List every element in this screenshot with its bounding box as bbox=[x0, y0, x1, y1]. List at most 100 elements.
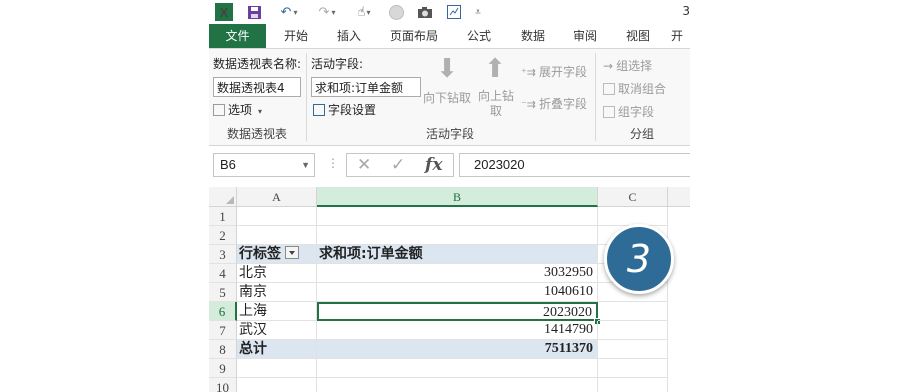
group-selection-button[interactable]: → 组选择 bbox=[603, 57, 652, 74]
tab-home[interactable]: 开始 bbox=[272, 24, 320, 48]
excel-window: X ↶ ▾ ↷ ▾ ☝ ▾ ⩡ 3 文件 开始 插入 页面布局 公式 数据 审阅 视图… bbox=[209, 0, 690, 392]
redo-icon[interactable]: ↷ ▾ bbox=[313, 3, 341, 21]
quick-access-toolbar: X ↶ ▾ ↷ ▾ ☝ ▾ ⩡ 3 bbox=[209, 0, 690, 24]
formula-input[interactable]: 2023020 bbox=[459, 153, 690, 177]
pivot-row-label[interactable]: 北京 bbox=[237, 264, 317, 283]
grid-cell[interactable] bbox=[237, 207, 317, 226]
pivot-options-button[interactable]: 选项 ▾ bbox=[213, 101, 262, 118]
ungroup-button[interactable]: 取消组合 bbox=[603, 80, 666, 97]
expand-icon: ⁺⇉ bbox=[521, 66, 537, 79]
dropdown-arrow-icon: ▾ bbox=[258, 107, 263, 116]
grid-cell[interactable] bbox=[598, 378, 668, 392]
filter-dropdown-icon[interactable] bbox=[285, 246, 299, 259]
tab-insert[interactable]: 插入 bbox=[326, 24, 372, 48]
collapse-field-button[interactable]: ⁻⇉ 折叠字段 bbox=[521, 95, 587, 112]
drill-up-button[interactable]: 向上钻取 bbox=[477, 89, 515, 119]
pivot-total-label[interactable]: 总计 bbox=[237, 340, 317, 359]
grid-cell[interactable] bbox=[317, 378, 598, 392]
ribbon-separator bbox=[595, 53, 596, 141]
chart-icon[interactable] bbox=[445, 3, 463, 21]
row-header[interactable]: 2 bbox=[209, 226, 237, 245]
group-label-pivot: 数据透视表 bbox=[226, 127, 287, 141]
row-header[interactable]: 6 bbox=[209, 302, 237, 321]
grid-cell[interactable] bbox=[317, 359, 598, 378]
active-cell[interactable]: 2023020 bbox=[317, 302, 598, 321]
row-header[interactable]: 4 bbox=[209, 264, 237, 283]
field-settings-icon bbox=[313, 104, 325, 116]
row-header[interactable]: 10 bbox=[209, 378, 237, 392]
more-options-icon: ⋮ bbox=[327, 156, 339, 170]
grid-cell[interactable] bbox=[317, 207, 598, 226]
grid-cell[interactable] bbox=[317, 226, 598, 245]
pivot-value[interactable]: 3032950 bbox=[317, 264, 598, 283]
column-header-c[interactable]: C bbox=[598, 187, 668, 207]
grid-cell[interactable] bbox=[598, 359, 668, 378]
tab-page-layout[interactable]: 页面布局 bbox=[380, 24, 448, 48]
check-icon[interactable]: ✓ bbox=[391, 154, 405, 176]
pivot-row-label-header[interactable]: 行标签 bbox=[237, 245, 317, 264]
options-label: 选项 bbox=[228, 103, 253, 117]
active-field-input[interactable]: 求和项:订单金额 bbox=[311, 77, 421, 97]
grid-cell[interactable] bbox=[598, 340, 668, 359]
insert-function-button[interactable]: fx bbox=[425, 154, 442, 176]
pivot-total-value[interactable]: 7511370 bbox=[317, 340, 598, 359]
group-field-button[interactable]: 组字段 bbox=[603, 103, 654, 120]
pivot-row-label[interactable]: 南京 bbox=[237, 283, 317, 302]
ribbon: 数据透视表名称: 数据透视表4 选项 ▾ 数据透视表 活动字段: 求和项:订单金额… bbox=[209, 48, 690, 146]
row-header[interactable]: 3 bbox=[209, 245, 237, 264]
drill-down-button[interactable]: 向下钻取 bbox=[423, 89, 471, 106]
chevron-down-icon[interactable]: ▼ bbox=[301, 154, 310, 176]
row-header[interactable]: 1 bbox=[209, 207, 237, 226]
field-settings-button[interactable]: 字段设置 bbox=[313, 101, 376, 118]
customize-toolbar-icon[interactable]: ⩡ bbox=[471, 3, 485, 21]
undo-icon[interactable]: ↶ ▾ bbox=[275, 3, 303, 21]
group-field-label: 组字段 bbox=[618, 105, 655, 119]
formula-buttons: ✕ ✓ fx bbox=[346, 153, 454, 177]
tab-formulas[interactable]: 公式 bbox=[456, 24, 502, 48]
column-header-d[interactable] bbox=[668, 187, 690, 207]
arrow-up-icon: ⬆ bbox=[484, 54, 506, 84]
pivot-value[interactable]: 1040610 bbox=[317, 283, 598, 302]
cancel-x-icon[interactable]: ✕ bbox=[357, 154, 371, 176]
ungroup-icon bbox=[603, 83, 615, 95]
touch-mode-icon[interactable]: ☝ ▾ bbox=[351, 3, 377, 21]
row-header[interactable]: 8 bbox=[209, 340, 237, 359]
tab-review[interactable]: 审阅 bbox=[564, 24, 606, 48]
expand-field-button[interactable]: ⁺⇉ 展开字段 bbox=[521, 63, 587, 80]
group-label-active-field: 活动字段 bbox=[425, 127, 474, 141]
tab-analyze[interactable]: 开 bbox=[671, 24, 690, 48]
column-header-b[interactable]: B bbox=[317, 187, 598, 207]
name-box[interactable]: B6 ▼ bbox=[213, 153, 315, 177]
grid-cell[interactable] bbox=[598, 207, 668, 226]
grid-cell[interactable] bbox=[598, 302, 668, 321]
pivot-row-label[interactable]: 上海 bbox=[237, 302, 317, 321]
name-box-value: B6 bbox=[220, 157, 236, 172]
grid-cell[interactable] bbox=[237, 378, 317, 392]
pivot-value-header[interactable]: 求和项:订单金额 bbox=[317, 245, 598, 264]
save-icon[interactable] bbox=[245, 3, 263, 21]
tab-data[interactable]: 数据 bbox=[510, 24, 556, 48]
group-selection-label: 组选择 bbox=[616, 59, 653, 73]
ungroup-label: 取消组合 bbox=[618, 82, 667, 96]
camera-icon[interactable] bbox=[415, 3, 435, 21]
worksheet-grid: A B C 1 2 3 4 5 6 7 8 9 10 行标签 求和项:订单金额 … bbox=[209, 187, 690, 392]
tab-file[interactable]: 文件 bbox=[209, 24, 266, 48]
circle-icon[interactable] bbox=[387, 3, 405, 21]
ribbon-tabs: 文件 开始 插入 页面布局 公式 数据 审阅 视图 开 bbox=[209, 24, 690, 48]
group-arrow-icon: → bbox=[603, 59, 614, 73]
row-header[interactable]: 7 bbox=[209, 321, 237, 340]
row-header[interactable]: 9 bbox=[209, 359, 237, 378]
pivot-value[interactable]: 1414790 bbox=[317, 321, 598, 340]
pivot-name-input[interactable]: 数据透视表4 bbox=[213, 77, 301, 97]
tab-view[interactable]: 视图 bbox=[614, 24, 662, 48]
grid-cell[interactable] bbox=[237, 359, 317, 378]
group-field-icon bbox=[603, 106, 615, 118]
row-header[interactable]: 5 bbox=[209, 283, 237, 302]
pivot-row-label[interactable]: 武汉 bbox=[237, 321, 317, 340]
column-header-a[interactable]: A bbox=[237, 187, 317, 207]
window-title: 3 bbox=[682, 4, 690, 18]
grid-cell[interactable] bbox=[237, 226, 317, 245]
formula-bar: B6 ▼ ⋮ ✕ ✓ fx 2023020 bbox=[209, 150, 690, 182]
select-all-corner[interactable] bbox=[209, 187, 237, 207]
grid-cell[interactable] bbox=[598, 321, 668, 340]
